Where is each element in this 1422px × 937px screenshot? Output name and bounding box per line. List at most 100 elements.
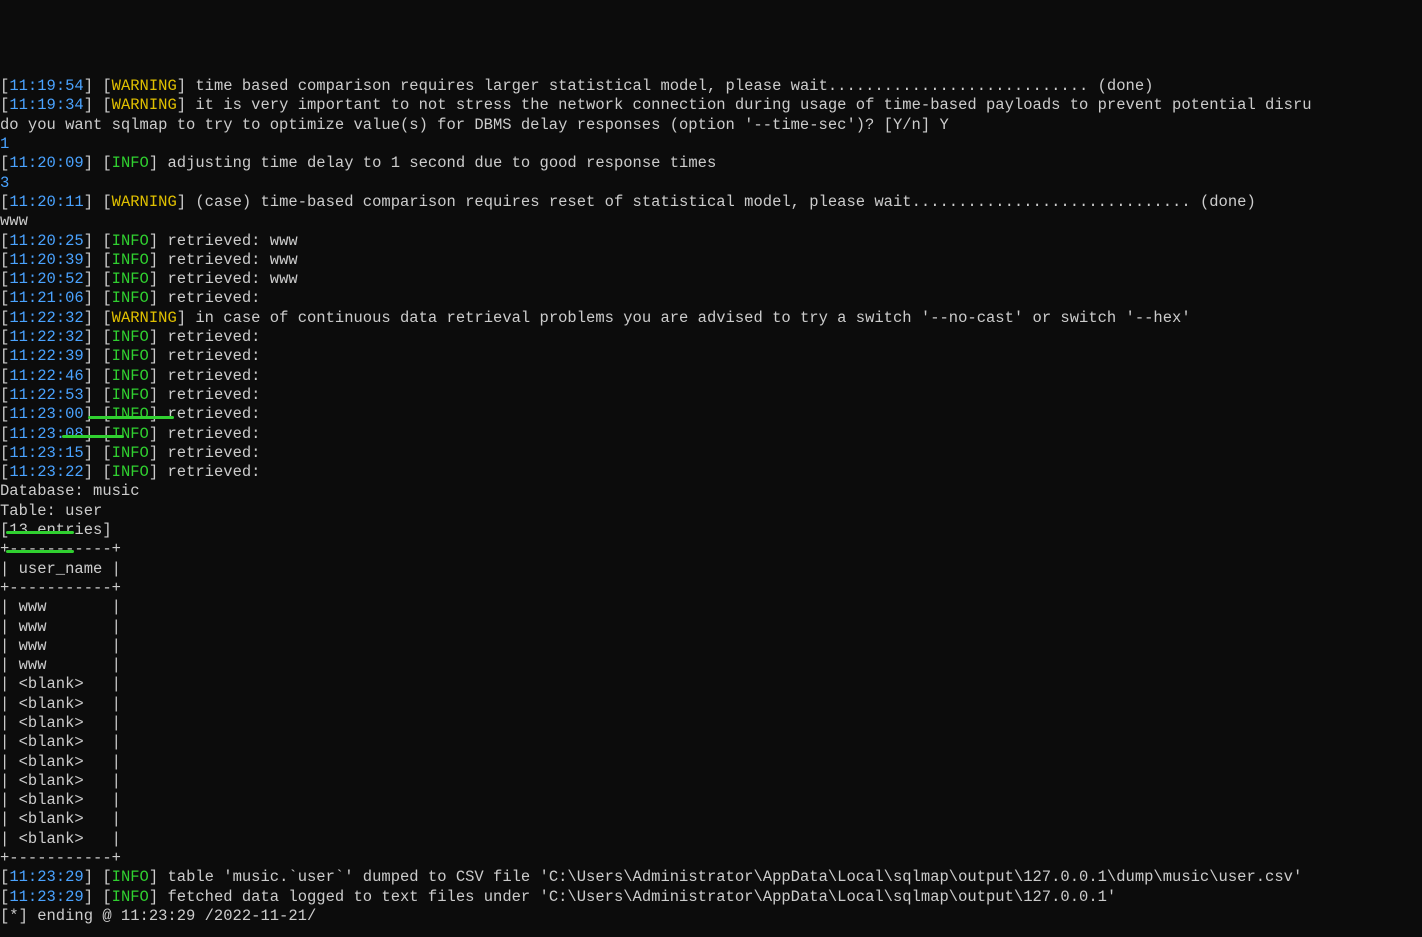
table-row: | <blank> |	[0, 733, 1422, 752]
log-level: INFO	[112, 405, 149, 423]
table-row: | www |	[0, 618, 1422, 637]
table-row: | www |	[0, 656, 1422, 675]
log-level: INFO	[112, 888, 149, 906]
log-line: [11:23:08] [INFO] retrieved:	[0, 425, 1422, 444]
timestamp: 11:20:39	[9, 251, 83, 269]
log-line: [11:23:22] [INFO] retrieved:	[0, 463, 1422, 482]
timestamp: 11:22:32	[9, 309, 83, 327]
log-level: WARNING	[112, 96, 177, 114]
table-separator: +-----------+	[0, 579, 1422, 598]
log-message: retrieved: www	[167, 270, 297, 288]
log-level: INFO	[112, 868, 149, 886]
entry-count: [13 entries]	[0, 521, 112, 539]
timestamp: 11:23:22	[9, 463, 83, 481]
table-separator: +-----------+	[0, 540, 1422, 559]
log-line: 1	[0, 135, 1422, 154]
timestamp: 11:23:29	[9, 888, 83, 906]
timestamp: 11:19:54	[9, 77, 83, 95]
timestamp: 11:22:53	[9, 386, 83, 404]
log-level: INFO	[112, 463, 149, 481]
log-level: WARNING	[112, 309, 177, 327]
log-line: [11:19:54] [WARNING] time based comparis…	[0, 77, 1422, 96]
log-level: INFO	[112, 367, 149, 385]
log-line: [11:23:29] [INFO] fetched data logged to…	[0, 888, 1422, 907]
log-line: [11:23:15] [INFO] retrieved:	[0, 444, 1422, 463]
table-row: | <blank> |	[0, 753, 1422, 772]
log-level: WARNING	[112, 77, 177, 95]
log-line: [11:20:11] [WARNING] (case) time-based c…	[0, 193, 1422, 212]
log-level: INFO	[112, 251, 149, 269]
log-message: retrieved:	[167, 444, 260, 462]
log-line: www	[0, 212, 1422, 231]
log-line: [11:22:39] [INFO] retrieved:	[0, 347, 1422, 366]
table-row: | www |	[0, 637, 1422, 656]
log-line: [11:20:25] [INFO] retrieved: www	[0, 232, 1422, 251]
log-level: INFO	[112, 232, 149, 250]
timestamp: 11:20:09	[9, 154, 83, 172]
log-message: retrieved:	[167, 347, 260, 365]
log-level: INFO	[112, 444, 149, 462]
database-line: Database: music	[0, 482, 1422, 501]
timestamp: 11:21:06	[9, 289, 83, 307]
retrieved-count: 3	[0, 174, 9, 192]
timestamp: 11:23:29	[9, 868, 83, 886]
table-row: | <blank> |	[0, 695, 1422, 714]
log-line: [11:23:29] [INFO] table 'music.`user`' d…	[0, 868, 1422, 887]
log-message: retrieved:	[167, 405, 260, 423]
timestamp: 11:20:11	[9, 193, 83, 211]
log-message: table 'music.`user`' dumped to CSV file …	[167, 868, 1302, 886]
log-level: INFO	[112, 270, 149, 288]
terminal[interactable]: [11:19:54] [WARNING] time based comparis…	[0, 77, 1422, 926]
log-level: INFO	[112, 154, 149, 172]
timestamp: 11:23:15	[9, 444, 83, 462]
table-separator: +-----------+	[0, 849, 1422, 868]
table-row: | <blank> |	[0, 772, 1422, 791]
table-row: | <blank> |	[0, 830, 1422, 849]
log-message: (case) time-based comparison requires re…	[195, 193, 1255, 211]
table-row: | <blank> |	[0, 675, 1422, 694]
timestamp: 11:22:32	[9, 328, 83, 346]
timestamp: 11:20:25	[9, 232, 83, 250]
timestamp: 11:19:34	[9, 96, 83, 114]
log-level: INFO	[112, 425, 149, 443]
entries-line: [13 entries]	[0, 521, 1422, 540]
log-level: INFO	[112, 289, 149, 307]
table-row: | <blank> |	[0, 810, 1422, 829]
log-line: [11:20:09] [INFO] adjusting time delay t…	[0, 154, 1422, 173]
log-message: in case of continuous data retrieval pro…	[195, 309, 1190, 327]
table-row: | <blank> |	[0, 791, 1422, 810]
log-message: retrieved:	[167, 386, 260, 404]
log-message: retrieved: www	[167, 232, 297, 250]
log-message: retrieved:	[167, 367, 260, 385]
log-line: [11:19:34] [WARNING] it is very importan…	[0, 96, 1422, 115]
log-message: retrieved: www	[167, 251, 297, 269]
log-level: INFO	[112, 328, 149, 346]
database-name: music	[93, 482, 140, 500]
table-row: | <blank> |	[0, 714, 1422, 733]
log-message: fetched data logged to text files under …	[167, 888, 1116, 906]
timestamp: 11:22:46	[9, 367, 83, 385]
timestamp: 11:23:00	[9, 405, 83, 423]
log-line: [11:21:06] [INFO] retrieved:	[0, 289, 1422, 308]
log-message: it is very important to not stress the n…	[195, 96, 1311, 114]
log-level: WARNING	[112, 193, 177, 211]
log-message: retrieved:	[167, 289, 260, 307]
log-line: [11:23:00] [INFO] retrieved:	[0, 405, 1422, 424]
log-message: retrieved:	[167, 463, 260, 481]
log-level: INFO	[112, 347, 149, 365]
log-message: adjusting time delay to 1 second due to …	[167, 154, 716, 172]
log-line: [11:22:32] [WARNING] in case of continuo…	[0, 309, 1422, 328]
log-level: INFO	[112, 386, 149, 404]
log-line: [11:20:39] [INFO] retrieved: www	[0, 251, 1422, 270]
retrieved-count: 1	[0, 135, 9, 153]
timestamp: 11:23:08	[9, 425, 83, 443]
log-line: [11:22:53] [INFO] retrieved:	[0, 386, 1422, 405]
table-name: user	[65, 502, 102, 520]
table-line: Table: user	[0, 502, 1422, 521]
log-line: do you want sqlmap to try to optimize va…	[0, 116, 1422, 135]
log-message: retrieved:	[167, 425, 260, 443]
log-message: retrieved:	[167, 328, 260, 346]
log-line: 3	[0, 174, 1422, 193]
table-row: | www |	[0, 598, 1422, 617]
log-message: time based comparison requires larger st…	[195, 77, 1153, 95]
